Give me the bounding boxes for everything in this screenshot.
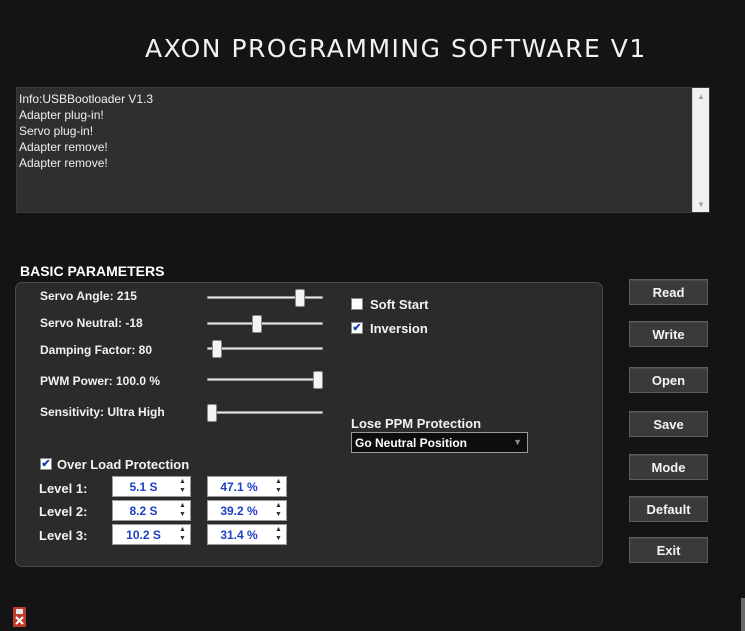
spin-buttons[interactable]: ▲ ▼ bbox=[272, 502, 285, 519]
log-lines: Info:USBBootloader V1.3 Adapter plug-in!… bbox=[19, 91, 153, 171]
spin-up-icon[interactable]: ▲ bbox=[275, 478, 282, 486]
over-load-protection-label: Over Load Protection bbox=[57, 457, 190, 472]
spin-buttons[interactable]: ▲ ▼ bbox=[176, 526, 189, 543]
spin-down-icon[interactable]: ▼ bbox=[275, 487, 282, 495]
log-line: Adapter remove! bbox=[19, 140, 108, 154]
level-3-label: Level 3: bbox=[39, 528, 88, 543]
slider-track bbox=[207, 296, 323, 299]
inversion-checkbox[interactable]: ✔ bbox=[351, 322, 363, 334]
level-3-percent-spinbox[interactable]: 31.4 % ▲ ▼ bbox=[207, 524, 287, 545]
servo-angle-slider[interactable] bbox=[207, 288, 323, 308]
open-button[interactable]: Open bbox=[629, 367, 708, 393]
slider-thumb[interactable] bbox=[294, 289, 305, 307]
lose-ppm-protection-label: Lose PPM Protection bbox=[351, 416, 482, 431]
damping-factor-label: Damping Factor: 80 bbox=[40, 343, 153, 357]
level-1-time-value: 5.1 S bbox=[129, 480, 158, 494]
read-button[interactable]: Read bbox=[629, 279, 708, 305]
pwm-power-label: PWM Power: 100.0 % bbox=[40, 374, 161, 388]
slider-track bbox=[207, 322, 323, 325]
scroll-up-arrow-icon[interactable]: ▲ bbox=[693, 88, 709, 104]
spin-up-icon[interactable]: ▲ bbox=[275, 502, 282, 510]
level-2-time-value: 8.2 S bbox=[129, 504, 158, 518]
level-1-percent-spinbox[interactable]: 47.1 % ▲ ▼ bbox=[207, 476, 287, 497]
sensitivity-slider[interactable] bbox=[207, 403, 323, 423]
basic-parameters-title: BASIC PARAMETERS bbox=[20, 263, 165, 279]
level-2-percent-spinbox[interactable]: 39.2 % ▲ ▼ bbox=[207, 500, 287, 521]
servo-neutral-slider[interactable] bbox=[207, 314, 323, 334]
spin-down-icon[interactable]: ▼ bbox=[179, 487, 186, 495]
lose-ppm-protection-select[interactable]: Go Neutral Position ▼ bbox=[351, 432, 528, 453]
sensitivity-label: Sensitivity: Ultra High bbox=[40, 405, 165, 419]
spin-down-icon[interactable]: ▼ bbox=[275, 511, 282, 519]
spin-down-icon[interactable]: ▼ bbox=[275, 535, 282, 543]
spin-buttons[interactable]: ▲ ▼ bbox=[176, 502, 189, 519]
soft-start-label: Soft Start bbox=[370, 297, 429, 312]
exit-button[interactable]: Exit bbox=[629, 537, 708, 563]
mode-button[interactable]: Mode bbox=[629, 454, 708, 480]
usb-disconnected-icon bbox=[10, 606, 29, 628]
level-3-percent-value: 31.4 % bbox=[220, 528, 258, 542]
lose-ppm-selected-value: Go Neutral Position bbox=[355, 436, 468, 450]
scroll-down-arrow-icon[interactable]: ▼ bbox=[693, 196, 709, 212]
slider-thumb[interactable] bbox=[207, 404, 217, 422]
slider-thumb[interactable] bbox=[212, 340, 223, 358]
spin-up-icon[interactable]: ▲ bbox=[179, 526, 186, 534]
level-1-label: Level 1: bbox=[39, 481, 88, 496]
spin-buttons[interactable]: ▲ ▼ bbox=[176, 478, 189, 495]
app-title: AXON PROGRAMMING SOFTWARE V1 bbox=[145, 34, 647, 63]
log-line: Info:USBBootloader V1.3 bbox=[19, 92, 154, 106]
slider-track bbox=[207, 378, 323, 381]
log-line: Adapter plug-in! bbox=[19, 108, 104, 122]
servo-angle-label: Servo Angle: 215 bbox=[40, 289, 137, 303]
level-2-percent-value: 39.2 % bbox=[220, 504, 258, 518]
log-textbox[interactable]: Info:USBBootloader V1.3 Adapter plug-in!… bbox=[16, 87, 710, 213]
inversion-label: Inversion bbox=[370, 321, 428, 336]
level-3-time-value: 10.2 S bbox=[126, 528, 161, 542]
log-line: Servo plug-in! bbox=[19, 124, 94, 138]
level-3-time-spinbox[interactable]: 10.2 S ▲ ▼ bbox=[112, 524, 191, 545]
pwm-power-slider[interactable] bbox=[207, 370, 323, 390]
level-1-percent-value: 47.1 % bbox=[220, 480, 258, 494]
spin-down-icon[interactable]: ▼ bbox=[179, 535, 186, 543]
level-2-time-spinbox[interactable]: 8.2 S ▲ ▼ bbox=[112, 500, 191, 521]
spin-up-icon[interactable]: ▲ bbox=[275, 526, 282, 534]
slider-track bbox=[207, 347, 323, 350]
log-scrollbar[interactable]: ▲ ▼ bbox=[692, 88, 709, 212]
spin-buttons[interactable]: ▲ ▼ bbox=[272, 478, 285, 495]
level-2-label: Level 2: bbox=[39, 504, 88, 519]
soft-start-checkbox[interactable] bbox=[351, 298, 363, 310]
chevron-down-icon[interactable]: ▼ bbox=[513, 437, 522, 447]
over-load-protection-checkbox[interactable]: ✔ bbox=[40, 458, 52, 470]
window-edge bbox=[741, 598, 745, 631]
slider-thumb[interactable] bbox=[313, 371, 323, 389]
servo-neutral-label: Servo Neutral: -18 bbox=[40, 316, 143, 330]
spin-buttons[interactable]: ▲ ▼ bbox=[272, 526, 285, 543]
level-1-time-spinbox[interactable]: 5.1 S ▲ ▼ bbox=[112, 476, 191, 497]
spin-up-icon[interactable]: ▲ bbox=[179, 502, 186, 510]
write-button[interactable]: Write bbox=[629, 321, 708, 347]
default-button[interactable]: Default bbox=[629, 496, 708, 522]
slider-track bbox=[207, 411, 323, 414]
log-line: Adapter remove! bbox=[19, 156, 108, 170]
slider-thumb[interactable] bbox=[251, 315, 262, 333]
spin-down-icon[interactable]: ▼ bbox=[179, 511, 186, 519]
damping-factor-slider[interactable] bbox=[207, 339, 323, 359]
spin-up-icon[interactable]: ▲ bbox=[179, 478, 186, 486]
save-button[interactable]: Save bbox=[629, 411, 708, 437]
